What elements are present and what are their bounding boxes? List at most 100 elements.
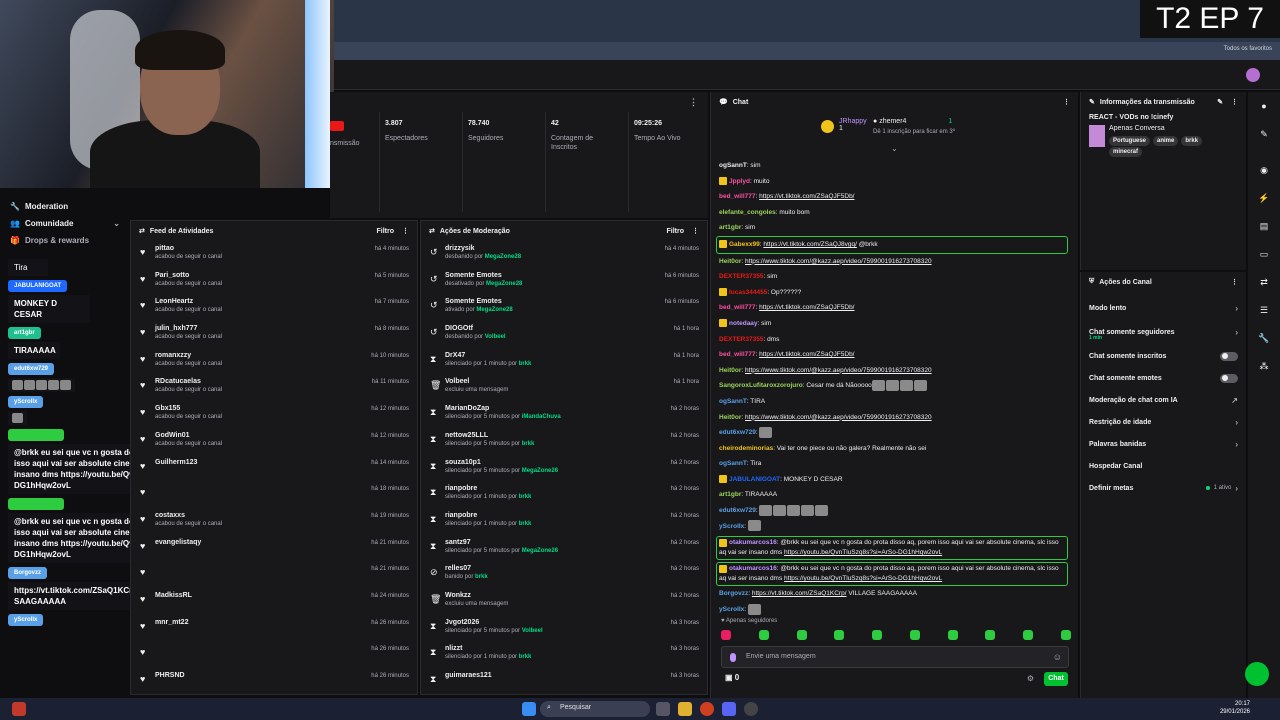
mod-action-item[interactable]: ⧗ DrX47 silenciado por 1 minuto por brkk há… [421, 348, 707, 375]
mod-action-item[interactable]: ⧗ souza10p1 silenciado por 5 minutos por M… [421, 455, 707, 482]
tag[interactable]: minecraf [1109, 147, 1143, 157]
tag[interactable]: Portuguese [1109, 136, 1151, 146]
emote-icon[interactable] [909, 630, 920, 640]
chat-message[interactable]: elefante_congoles: muito bom [719, 205, 1071, 221]
activity-feed-item[interactable]: ♥ LeonHeartz acabou de seguir o canal há 7 … [131, 294, 417, 321]
activity-feed-item[interactable]: ♥ mnr_mt22 há 26 minutos [131, 615, 417, 642]
chat-message[interactable]: SangoroxLufitaroxzorojuro: Cesar me dá N… [719, 378, 1071, 394]
emote-icon[interactable] [872, 630, 883, 640]
filter-button[interactable]: Filtro [667, 228, 685, 235]
activity-feed-item[interactable]: ♥ costaxxs acabou de seguir o canal há 19 m… [131, 508, 417, 535]
chat-username[interactable]: ogSannT [719, 162, 747, 169]
mod-action-item[interactable]: ⧗ Jvgot2026 silenciado por 5 minutos por V… [421, 615, 707, 642]
chat-username[interactable]: ogSannT [719, 398, 747, 405]
mod-action-item[interactable]: ⧗ nlizzt silenciado por 1 minuto por brkk h… [421, 641, 707, 668]
mod-action-item[interactable]: ⧗ guimaraes121 há 3 horas [421, 668, 707, 695]
emote-icon[interactable] [1060, 630, 1071, 640]
chat-username[interactable]: edut6xw729 [719, 507, 756, 514]
taskview-icon[interactable] [656, 702, 670, 716]
highlighted-message[interactable]: otakumarcos16: @brkk eu sei que vc n gos… [716, 536, 1068, 561]
channel-action-5[interactable]: Restrição de idade › [1081, 411, 1246, 433]
chat-link[interactable]: https://www.tiktok.com/@kazz.aep/video/7… [745, 367, 932, 374]
channel-action-6[interactable]: Palavras banidas › [1081, 433, 1246, 455]
activity-feed-item[interactable]: ♥ MadkissRL há 24 minutos [131, 588, 417, 615]
highlighted-message[interactable]: otakumarcos16: @brkk eu sei que vc n gos… [716, 562, 1068, 587]
chat-username[interactable]: elefante_congoles [719, 209, 776, 216]
chat-link[interactable]: https://www.tiktok.com/@kazz.aep/video/7… [745, 258, 932, 265]
folder-icon[interactable] [678, 702, 692, 716]
chat-message[interactable]: notedaay: sim [719, 316, 1071, 332]
nav-drops-rewards[interactable]: 🎁 Drops & rewards [0, 232, 130, 249]
chat-username[interactable]: bed_will777 [719, 351, 756, 358]
chat-username[interactable]: DEXTER37355 [719, 273, 763, 280]
clipboard-icon[interactable]: ▤ [1258, 220, 1270, 232]
mod-action-item[interactable]: ⊘ relles07 banido por brkk há 2 horas [421, 561, 707, 588]
channel-points[interactable]: ▣ 0 [725, 673, 739, 682]
activity-feed-item[interactable]: ♥ há 26 minutos [131, 641, 417, 668]
chat-username[interactable]: DEXTER37355 [719, 336, 763, 343]
chat-username[interactable]: Jpplyd [729, 178, 750, 185]
activity-feed-item[interactable]: ♥ há 21 minutos [131, 561, 417, 588]
send-chat-button[interactable]: Chat [1044, 672, 1068, 686]
chat-username[interactable]: SangoroxLufitaroxzorojuro [719, 382, 803, 389]
channel-action-7[interactable]: Hospedar Canal [1081, 455, 1246, 477]
chat-link[interactable]: https://vt.tiktok.com/ZSaQJ8vgq/ [763, 241, 857, 248]
floating-chat-button[interactable] [1245, 662, 1269, 686]
activity-feed-item[interactable]: ♥ há 18 minutos [131, 481, 417, 508]
chat-username[interactable]: Heit0or [719, 258, 741, 265]
chat-username[interactable]: JABULANIGOAT [729, 476, 780, 483]
emote-icon[interactable] [985, 630, 996, 640]
mod-action-item[interactable]: ⧗ nettow25LLL silenciado por 5 minutos por… [421, 428, 707, 455]
chat-message[interactable]: yScrollx: [719, 519, 1071, 535]
chat-message[interactable]: yScrollx: [719, 602, 1071, 618]
tag[interactable]: anime [1153, 136, 1179, 146]
chat-username[interactable]: yScrollx [719, 523, 744, 530]
chat-username[interactable]: bed_will777 [719, 304, 756, 311]
mod-action-item[interactable]: ↺ Somente Emotes ativado por MegaZone28 há … [421, 294, 707, 321]
chat-link[interactable]: https://vt.tiktok.com/ZSaQJF5Db/ [759, 351, 854, 358]
chat-input[interactable]: Envie uma mensagem ☺ [721, 646, 1069, 668]
gear-icon[interactable]: ⚙ [1027, 674, 1034, 683]
nav-moderation[interactable]: 🔧 Moderation [0, 198, 130, 215]
chat-message[interactable]: edut6xw729: [719, 425, 1071, 441]
mod-action-item[interactable]: ⧗ santz97 silenciado por 5 minutos por Meg… [421, 535, 707, 562]
chat-message[interactable]: Heit0or: https://www.tiktok.com/@kazz.ae… [719, 363, 1071, 379]
channel-action-1[interactable]: Chat somente seguidores 1 min › [1081, 319, 1246, 345]
more-options-icon[interactable]: ⋮ [1231, 98, 1238, 106]
channel-action-2[interactable]: Chat somente inscritos [1081, 345, 1246, 367]
chat-link[interactable]: https://vt.tiktok.com/ZSaQJF5Db/ [759, 304, 854, 311]
mod-action-item[interactable]: ⧗ MarianDoZap silenciado por 5 minutos por… [421, 401, 707, 428]
more-options-icon[interactable]: ⋮ [402, 227, 409, 235]
toggle-switch[interactable] [1220, 373, 1238, 383]
activity-feed-item[interactable]: ♥ GodWin01 acabou de seguir o canal há 12 m… [131, 428, 417, 455]
chat-username[interactable]: yScrollx [719, 606, 744, 613]
camera-icon[interactable]: ◉ [1258, 164, 1270, 176]
mod-action-item[interactable]: ↺ drizzysik desbanido por MegaZone28 há 4 m… [421, 241, 707, 268]
chat-link[interactable]: https://vt.tiktok.com/ZSaQ1KCrp/ [752, 590, 847, 597]
all-bookmarks-link[interactable]: Todos os favoritos [1224, 46, 1272, 52]
mod-action-item[interactable]: ↺ Somente Emotes desativado por MegaZone28… [421, 268, 707, 295]
obs-icon[interactable] [744, 702, 758, 716]
channel-action-0[interactable]: Modo lento › [1081, 297, 1246, 319]
activity-feed-item[interactable]: ♥ evangelistaqy há 21 minutos [131, 535, 417, 562]
pencil-icon[interactable]: ✎ [1258, 128, 1270, 140]
activity-feed-item[interactable]: ♥ julin_hxh777 acabou de seguir o canal há … [131, 321, 417, 348]
filter-button[interactable]: Filtro [377, 228, 395, 235]
chat-message[interactable]: ogSannT: TIRA [719, 394, 1071, 410]
chat-message[interactable]: bed_will777: https://vt.tiktok.com/ZSaQJ… [719, 189, 1071, 205]
chat-message[interactable]: JABULANIGOAT: MONKEY D CESAR [719, 472, 1071, 488]
chevron-down-icon[interactable]: ⌄ [891, 144, 898, 153]
chat-message[interactable]: Heit0or: https://www.tiktok.com/@kazz.ae… [719, 254, 1071, 270]
activity-feed-item[interactable]: ♥ Gbx155 acabou de seguir o canal há 12 min… [131, 401, 417, 428]
chat-message[interactable]: bed_will777: https://vt.tiktok.com/ZSaQJ… [719, 300, 1071, 316]
chat-username[interactable]: cheirodeminorias [719, 445, 773, 452]
chat-link[interactable]: https://www.tiktok.com/@kazz.aep/video/7… [745, 414, 932, 421]
chat-message[interactable]: Jpplyd: muito [719, 174, 1071, 190]
channel-action-4[interactable]: Moderação de chat com IA ↗ [1081, 389, 1246, 411]
chat-message[interactable]: cheirodeminorias: Vai ter one piece ou n… [719, 441, 1071, 457]
chat-message[interactable]: bed_will777: https://vt.tiktok.com/ZSaQJ… [719, 347, 1071, 363]
pin-icon[interactable] [730, 653, 736, 662]
more-options-icon[interactable]: ⋮ [692, 227, 699, 235]
activity-feed-item[interactable]: ♥ RDcatucaelas acabou de seguir o canal há … [131, 374, 417, 401]
channel-action-8[interactable]: Definir metas 1 ativo › [1081, 477, 1246, 499]
